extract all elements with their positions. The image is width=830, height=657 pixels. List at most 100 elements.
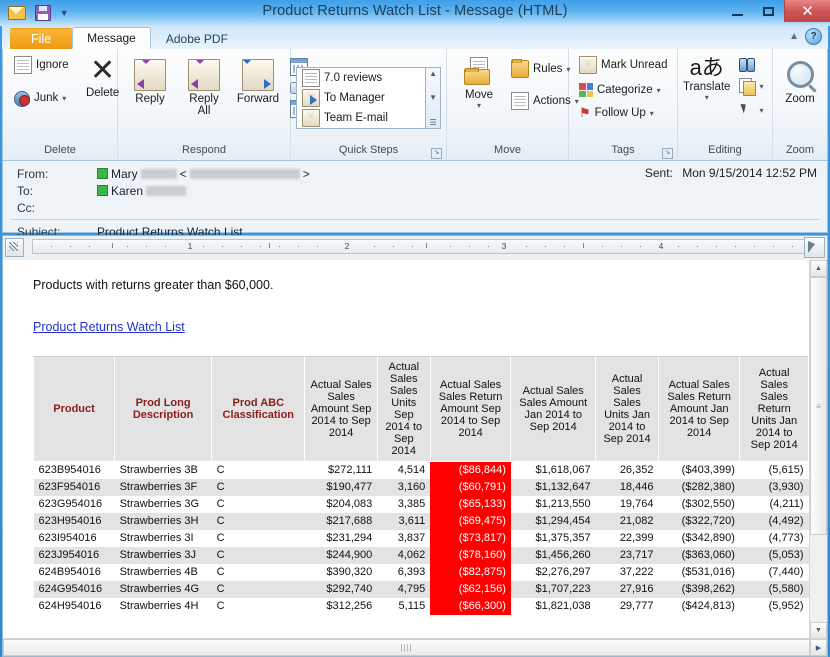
ruler-toggle-button[interactable] — [804, 237, 825, 258]
to-value[interactable]: Karen — [97, 184, 187, 198]
horizontal-scroll-thumb[interactable]: |||| — [3, 639, 810, 656]
scroll-up-button[interactable]: ▲ — [810, 260, 827, 277]
chevron-down-icon[interactable]: ▾ — [650, 109, 654, 118]
table-row: 623H954016 Strawberries 3H C $217,688 3,611(… — [33, 512, 809, 530]
from-email-redacted — [189, 168, 300, 179]
from-email-close: > — [302, 166, 310, 181]
table-cell: $2,276,297 — [535, 566, 591, 578]
tab-stop-selector-button[interactable] — [5, 238, 24, 257]
table-column-header: Product — [32, 356, 116, 462]
ribbon: Ignore Junk ▾ ✕ Delete Delete Reply Repl… — [2, 49, 828, 161]
ribbon-group-tags-label: Tags ↘ — [569, 143, 677, 160]
chevron-down-icon[interactable]: ▾ — [705, 93, 709, 102]
scroll-down-icon[interactable]: ▼ — [429, 93, 437, 102]
chevron-down-icon[interactable]: ▾ — [62, 94, 66, 103]
table-cell: $390,320 — [326, 566, 373, 578]
scroll-right-button[interactable]: ▶ — [810, 639, 827, 656]
tab-message[interactable]: Message — [72, 27, 151, 49]
ignore-button[interactable]: Ignore — [11, 55, 72, 75]
reply-all-button[interactable]: Reply All — [177, 57, 231, 119]
select-button[interactable]: ▾ — [736, 101, 766, 119]
ruler-dot — [222, 246, 223, 247]
quick-steps-more-icon[interactable]: ☰ — [430, 118, 437, 127]
intro-paragraph: Products with returns greater than $60,0… — [33, 278, 274, 292]
related-button[interactable]: ▾ — [736, 77, 766, 96]
quick-steps-list[interactable]: 7.0 reviews To Manager Team E-mail — [296, 66, 427, 129]
scroll-up-icon[interactable]: ▲ — [429, 69, 437, 78]
reply-button[interactable]: Reply — [123, 57, 177, 107]
quickstep-reviews[interactable]: 7.0 reviews — [299, 68, 423, 88]
table-cell: 624H954016 — [38, 600, 102, 612]
horizontal-ruler[interactable]: 1 2 3 4 — [32, 239, 812, 254]
tab-file[interactable]: File — [10, 28, 73, 49]
find-binoculars-icon — [739, 58, 756, 72]
table-cell: 623J954016 — [33, 546, 115, 564]
vertical-scrollbar[interactable]: ▲ ≡ ▼ — [809, 260, 827, 639]
table-cell: $272,111 — [328, 464, 373, 477]
ruler-tick — [582, 243, 584, 248]
dialog-launcher-icon[interactable]: ↘ — [431, 148, 442, 159]
from-email-open: < — [179, 166, 187, 181]
table-cell: Strawberries 3J — [114, 546, 212, 564]
table-cell: (5,615) — [768, 464, 804, 477]
table-cell: (5,053) — [739, 546, 809, 564]
scroll-down-button[interactable]: ▼ — [810, 622, 827, 639]
ruler-dot — [51, 246, 52, 247]
ribbon-help-group: ▲ ? — [789, 28, 822, 45]
close-button[interactable]: ✕ — [784, 0, 830, 22]
ruler-dot — [260, 246, 261, 247]
ruler-dot — [450, 246, 451, 247]
quick-steps-scroller[interactable]: ▲ ▼ ☰ — [426, 66, 441, 129]
presence-icon — [97, 185, 108, 196]
chevron-down-icon[interactable]: ▾ — [657, 86, 661, 95]
quickstep-team-email[interactable]: Team E-mail — [299, 108, 423, 128]
maximize-button[interactable] — [753, 0, 784, 22]
table-cell: 23,717 — [595, 546, 659, 564]
collapse-ribbon-icon[interactable]: ▲ — [789, 31, 799, 42]
quickstep-to-manager[interactable]: To Manager — [299, 88, 423, 108]
move-button[interactable]: Move ▾ — [452, 55, 506, 112]
message-body-pane: 1 2 3 4 Products with returns greater than … — [2, 235, 828, 657]
categorize-button[interactable]: Categorize ▾ — [576, 82, 670, 98]
ruler-dot — [488, 246, 489, 247]
tab-adobe-pdf[interactable]: Adobe PDF — [151, 28, 243, 49]
reply-all-label: Reply All — [189, 93, 219, 117]
ribbon-group-tags: Mark Unread Categorize ▾ ⚑ Follow Up ▾ T… — [569, 49, 678, 160]
junk-button[interactable]: Junk ▾ — [11, 89, 72, 107]
table-cell: Strawberries 4B — [119, 566, 198, 578]
table-cell: 27,916 — [595, 580, 659, 598]
sent-info: Sent: Mon 9/15/2014 12:52 PM — [645, 166, 817, 180]
chevron-down-icon[interactable]: ▾ — [477, 101, 481, 110]
chevron-down-icon[interactable]: ▾ — [759, 106, 763, 115]
vertical-scroll-thumb[interactable]: ≡ — [810, 277, 827, 535]
table-cell: $1,132,647 — [510, 478, 596, 496]
find-button[interactable] — [736, 57, 766, 72]
minimize-button[interactable] — [722, 0, 753, 22]
table-header-row: Product Prod Long Description Prod ABC Cla… — [32, 356, 809, 462]
vertical-scroll-track[interactable] — [810, 535, 827, 622]
follow-up-button[interactable]: ⚑ Follow Up ▾ — [576, 105, 670, 121]
zoom-button[interactable]: Zoom — [773, 59, 827, 107]
window-title: Product Returns Watch List - Message (HT… — [262, 3, 568, 19]
report-link[interactable]: Product Returns Watch List — [33, 320, 185, 334]
table-cell: ($78,160) — [430, 546, 511, 564]
horizontal-scrollbar[interactable]: |||| ▶ — [3, 638, 827, 656]
forward-button[interactable]: Forward — [231, 57, 285, 107]
dialog-launcher-icon[interactable]: ↘ — [661, 148, 673, 159]
chevron-down-icon[interactable]: ▾ — [759, 82, 763, 91]
ruler-number: 4 — [658, 241, 664, 251]
table-cell: 5,115 — [398, 600, 426, 612]
mark-unread-icon — [579, 56, 597, 74]
title-bar: | | ▼ Product Returns Watch List - Messa… — [0, 0, 830, 26]
from-value[interactable]: Mary < > — [97, 167, 310, 181]
ruler-dot — [716, 246, 717, 247]
translate-button[interactable]: aあ Translate ▾ — [683, 55, 736, 104]
table-cell: $1,821,038 — [535, 600, 591, 612]
ruler-dot — [754, 246, 755, 247]
mark-unread-button[interactable]: Mark Unread — [576, 55, 670, 75]
ignore-icon — [14, 56, 32, 74]
follow-up-flag-icon: ⚑ — [579, 105, 591, 120]
help-icon[interactable]: ? — [805, 28, 822, 45]
translate-icon: aあ — [689, 55, 724, 80]
message-header-pane: From: Mary < > To: Karen Cc: Subject: Pr… — [2, 161, 828, 239]
